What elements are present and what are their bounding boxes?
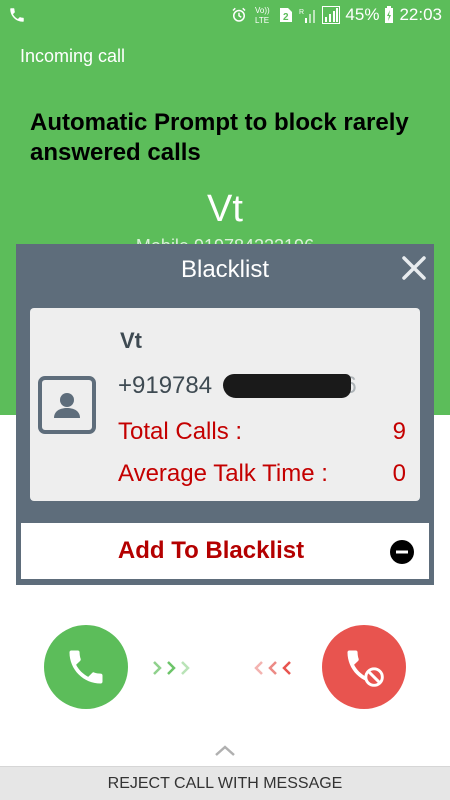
incoming-call-label: Incoming call — [20, 46, 126, 66]
redaction-scribble — [223, 374, 351, 398]
reject-call-button[interactable] — [322, 625, 406, 709]
svg-text:LTE: LTE — [255, 16, 269, 25]
total-calls-label: Total Calls : — [118, 418, 243, 445]
svg-text:R: R — [299, 9, 304, 16]
battery-percent: 45% — [345, 5, 380, 24]
close-icon[interactable] — [400, 254, 428, 282]
contact-card: Vt +919784 96 Total Calls : 9 Average Ta… — [30, 308, 420, 501]
swipe-right-arrows-icon — [153, 661, 190, 675]
signal-icon — [322, 6, 341, 24]
contact-number: +919784 — [118, 372, 213, 399]
reject-with-message-button[interactable]: REJECT CALL WITH MESSAGE — [0, 766, 450, 800]
sim2-icon: 2 — [280, 8, 293, 23]
total-calls-value: 9 — [392, 418, 406, 445]
add-to-blacklist-label: Add To Blacklist — [117, 537, 305, 564]
chevron-up-icon[interactable] — [214, 744, 236, 758]
answer-call-button[interactable] — [44, 625, 128, 709]
minus-circle-icon — [390, 540, 414, 564]
add-to-blacklist-button[interactable]: Add To Blacklist — [21, 523, 429, 579]
svg-text:Vo)): Vo)) — [255, 6, 270, 15]
svg-text:2: 2 — [283, 12, 289, 23]
reject-with-message-label: REJECT CALL WITH MESSAGE — [107, 775, 343, 792]
roaming-signal-icon: R — [299, 9, 316, 23]
caller-name: Vt — [207, 188, 243, 230]
clock: 22:03 — [399, 5, 442, 24]
phone-icon — [10, 8, 24, 22]
alarm-icon — [232, 7, 246, 22]
phone-answer-icon — [69, 650, 103, 684]
annotation-text: Automatic Prompt to block rarely answere… — [30, 109, 409, 166]
blacklist-dialog: Blacklist Vt +919784 96 Total Calls : 9 … — [16, 244, 434, 585]
average-talk-time-value: 0 — [392, 460, 406, 487]
contact-name: Vt — [120, 328, 142, 353]
charging-icon — [385, 6, 394, 23]
swipe-left-arrows-icon — [254, 661, 291, 675]
dialog-title: Blacklist — [180, 256, 270, 283]
contact-avatar-icon — [38, 376, 96, 434]
phone-reject-icon — [347, 650, 384, 687]
status-bar: Vo)) LTE 2 R 45% 22:03 — [0, 0, 450, 32]
average-talk-time-label: Average Talk Time : — [118, 460, 328, 487]
volte-icon: Vo)) LTE — [255, 6, 270, 25]
